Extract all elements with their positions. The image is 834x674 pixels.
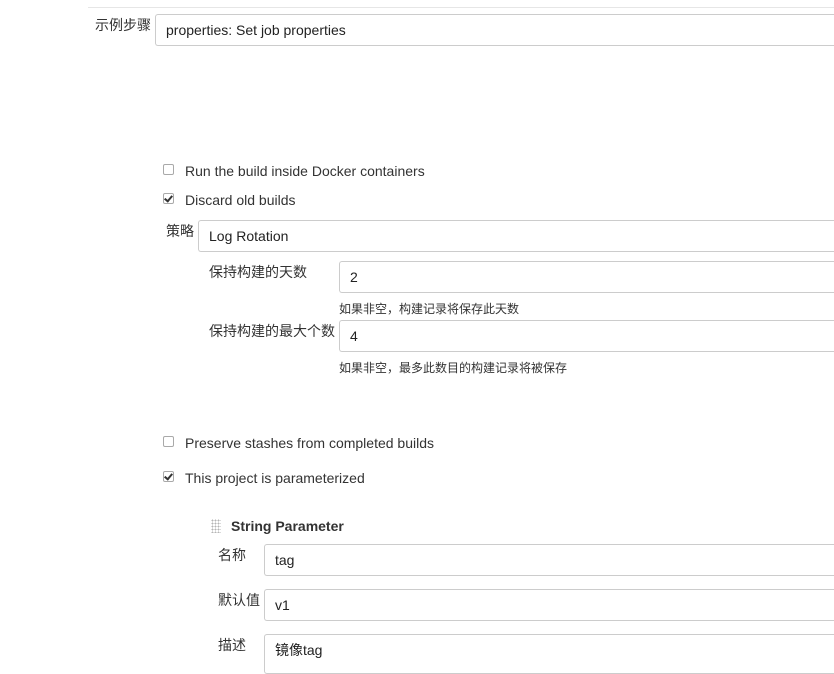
drag-handle-icon[interactable] [211, 519, 221, 533]
sample-step-select[interactable]: properties: Set job properties [155, 14, 834, 46]
max-builds-label: 保持构建的最大个数 [209, 323, 335, 339]
max-builds-help: 如果非空，最多此数目的构建记录将被保存 [339, 361, 568, 375]
docker-checkbox[interactable] [163, 164, 174, 175]
days-to-keep-input[interactable]: 2 [339, 261, 834, 293]
param-name-label: 名称 [218, 547, 246, 563]
discard-old-builds-checkbox[interactable] [163, 193, 174, 204]
top-divider [88, 7, 834, 8]
parameterized-checkbox[interactable] [163, 471, 174, 482]
string-parameter-title: String Parameter [231, 518, 344, 534]
param-default-label: 默认值 [218, 592, 260, 608]
parameterized-label[interactable]: This project is parameterized [185, 470, 365, 486]
strategy-select[interactable]: Log Rotation [198, 220, 834, 252]
param-description-textarea[interactable]: 镜像tag [264, 634, 834, 674]
days-to-keep-help: 如果非空，构建记录将保存此天数 [339, 302, 520, 316]
strategy-label: 策略 [166, 223, 194, 239]
max-builds-input[interactable]: 4 [339, 320, 834, 352]
discard-old-builds-label[interactable]: Discard old builds [185, 192, 296, 208]
docker-checkbox-label[interactable]: Run the build inside Docker containers [185, 163, 425, 179]
preserve-stashes-checkbox[interactable] [163, 436, 174, 447]
sample-step-label: 示例步骤 [95, 17, 151, 33]
days-to-keep-label: 保持构建的天数 [209, 264, 307, 280]
preserve-stashes-label[interactable]: Preserve stashes from completed builds [185, 435, 434, 451]
param-description-label: 描述 [218, 637, 246, 653]
param-name-input[interactable]: tag [264, 544, 834, 576]
param-default-input[interactable]: v1 [264, 589, 834, 621]
